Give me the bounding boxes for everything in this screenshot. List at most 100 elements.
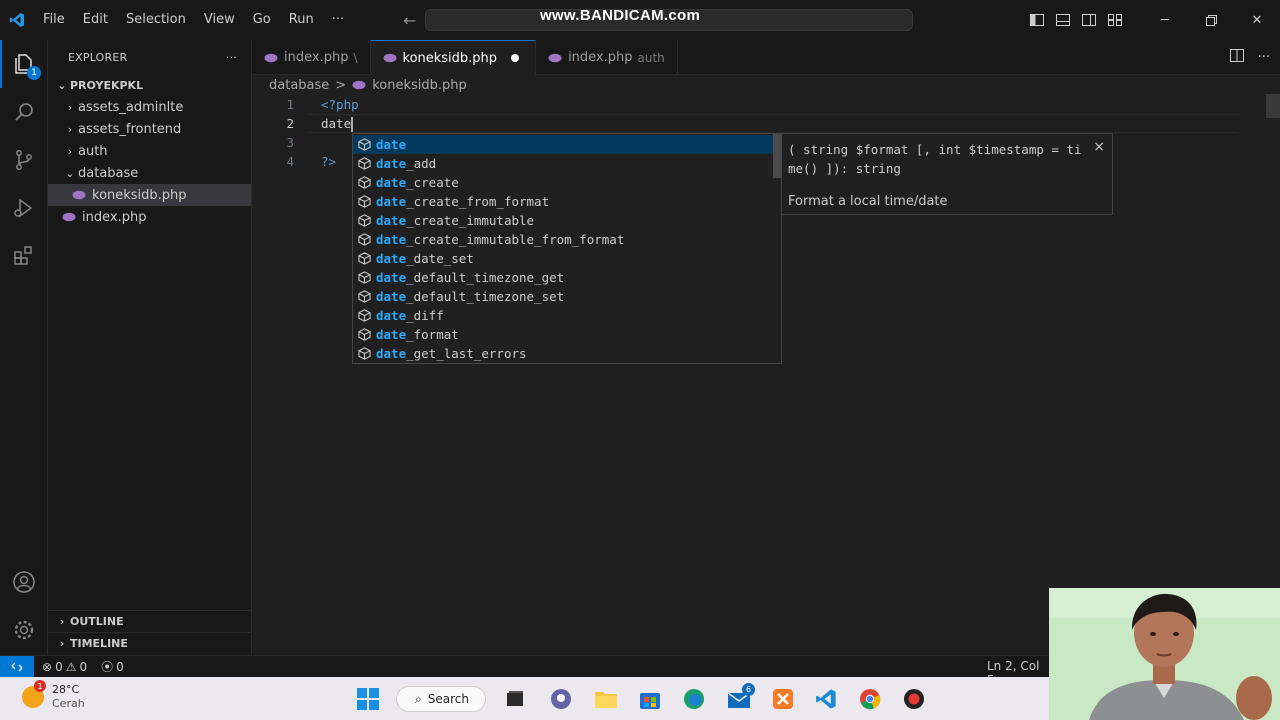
tree-folder-assets-frontend[interactable]: › assets_frontend [48, 118, 251, 140]
chrome-icon[interactable] [857, 686, 883, 712]
code-line: 2 date [252, 114, 354, 133]
explorer-more-button[interactable]: ··· [226, 51, 237, 64]
timeline-section[interactable]: › TIMELINE [48, 632, 252, 654]
vscode-logo-icon [0, 0, 34, 40]
tab-index-php-root[interactable]: index.php \ [252, 40, 371, 75]
restore-icon[interactable] [1188, 0, 1234, 40]
menu-more[interactable]: ··· [323, 0, 353, 40]
suggestion-item[interactable]: date _create [353, 173, 773, 192]
store-icon[interactable] [637, 686, 663, 712]
toggle-panel-icon[interactable] [1050, 0, 1076, 40]
minimize-icon[interactable]: ─ [1142, 0, 1188, 40]
code-text: ?> [321, 154, 337, 169]
chat-icon[interactable] [548, 686, 574, 712]
method-cube-icon [357, 214, 371, 228]
php-file-icon [548, 53, 562, 62]
ports-count: 0 [116, 659, 124, 674]
php-file-icon [264, 53, 278, 62]
menu-file[interactable]: File [34, 0, 74, 40]
outline-section[interactable]: › OUTLINE [48, 610, 252, 632]
current-line-highlight [308, 114, 1238, 133]
warning-icon: ⚠ [65, 659, 77, 674]
suggestion-item[interactable]: date _add [353, 154, 773, 173]
tree-folder-assets-adminlte[interactable]: › assets_adminlte [48, 96, 251, 118]
file-explorer-icon[interactable] [593, 686, 619, 712]
extensions-icon[interactable] [0, 232, 48, 280]
line-number: 1 [286, 97, 294, 112]
account-icon[interactable] [0, 558, 48, 606]
tree-file-koneksidb[interactable]: koneksidb.php [48, 184, 251, 206]
method-cube-icon [357, 195, 371, 209]
tree-file-index[interactable]: index.php [48, 206, 251, 228]
suggestion-item[interactable]: date [353, 135, 773, 154]
text-cursor [351, 116, 354, 132]
record-icon[interactable] [901, 686, 927, 712]
menu-edit[interactable]: Edit [74, 0, 117, 40]
problems-indicator[interactable]: ⊗ 0 ⚠ 0 [42, 660, 87, 674]
toggle-secondary-sidebar-icon[interactable] [1076, 0, 1102, 40]
suggestion-item[interactable]: date _default_timezone_get [353, 268, 773, 287]
vscode-taskbar-icon[interactable] [813, 686, 839, 712]
tab-description: auth [637, 50, 665, 65]
tree-item-label: database [78, 165, 139, 181]
explorer-header: EXPLORER ··· [48, 40, 251, 74]
suggestion-item[interactable]: date _format [353, 325, 773, 344]
suggestion-match: date [376, 175, 407, 190]
mail-badge: 6 [742, 683, 755, 696]
suggestion-rest: _format [406, 327, 459, 342]
breadcrumb-folder[interactable]: database [269, 78, 329, 93]
windows-start-icon[interactable] [355, 686, 381, 712]
unsaved-dot-icon[interactable] [511, 54, 520, 62]
editor-scrollbar[interactable] [1266, 94, 1280, 655]
suggestion-item[interactable]: date _default_timezone_set [353, 287, 773, 306]
weather-temp: 28°C [52, 683, 80, 696]
tab-index-php-auth[interactable]: index.php auth [536, 40, 678, 75]
menu-run[interactable]: Run [280, 0, 323, 40]
suggestion-item[interactable]: date _date_set [353, 249, 773, 268]
title-bar: File Edit Selection View Go Run ··· ← → … [0, 0, 1280, 40]
tab-koneksidb-php[interactable]: koneksidb.php [370, 40, 537, 75]
menu-view[interactable]: View [195, 0, 244, 40]
workspace-folder-label: PROYEKPKL [70, 78, 144, 92]
suggest-scrollbar[interactable] [773, 134, 781, 178]
task-view-icon[interactable] [502, 686, 528, 712]
mail-icon[interactable]: 6 [726, 683, 755, 712]
suggestion-match: date [376, 137, 407, 152]
customize-layout-icon[interactable] [1102, 0, 1128, 40]
breadcrumb-file[interactable]: koneksidb.php [372, 78, 467, 93]
split-editor-icon[interactable] [1229, 49, 1244, 66]
run-debug-icon[interactable] [0, 184, 48, 232]
taskbar-search[interactable]: ⌕ Search [396, 686, 486, 712]
xampp-icon[interactable] [770, 686, 796, 712]
suggestion-item[interactable]: date _create_from_format [353, 192, 773, 211]
edge-browser-icon[interactable] [681, 686, 707, 712]
weather-widget[interactable]: 1 28°C Cerah [22, 680, 85, 711]
suggestion-item[interactable]: date _get_last_errors [353, 344, 773, 363]
suggestion-item[interactable]: date _create_immutable_from_format [353, 230, 773, 249]
tree-folder-auth[interactable]: › auth [48, 140, 251, 162]
code-text: date [321, 115, 352, 131]
error-icon: ⊗ [42, 659, 53, 674]
remote-indicator-icon[interactable] [0, 655, 34, 678]
back-arrow-icon[interactable]: ← [403, 11, 416, 30]
explorer-icon[interactable]: 1 [0, 40, 48, 88]
menu-selection[interactable]: Selection [117, 0, 195, 40]
close-window-icon[interactable]: ✕ [1234, 0, 1280, 40]
manage-gear-icon[interactable] [0, 606, 48, 654]
workspace-folder[interactable]: ⌄ PROYEKPKL [48, 74, 251, 96]
scrollbar-thumb[interactable] [1266, 94, 1280, 118]
suggestion-item[interactable]: date _diff [353, 306, 773, 325]
editor-more-icon[interactable]: ··· [1258, 50, 1270, 65]
suggestion-rest: _get_last_errors [406, 346, 527, 361]
tree-item-label: assets_adminlte [78, 99, 184, 115]
toggle-primary-sidebar-icon[interactable] [1024, 0, 1050, 40]
ports-indicator[interactable]: ⦿ 0 [101, 658, 124, 675]
search-icon[interactable] [0, 88, 48, 136]
suggestion-item[interactable]: date _create_immutable [353, 211, 773, 230]
source-control-icon[interactable] [0, 136, 48, 184]
suggestion-match: date [376, 289, 407, 304]
menu-go[interactable]: Go [244, 0, 280, 40]
tree-folder-database[interactable]: ⌄ database [48, 162, 251, 184]
close-details-icon[interactable]: × [1093, 139, 1105, 155]
recorder-watermark: www.BANDICAM.com [540, 7, 701, 24]
